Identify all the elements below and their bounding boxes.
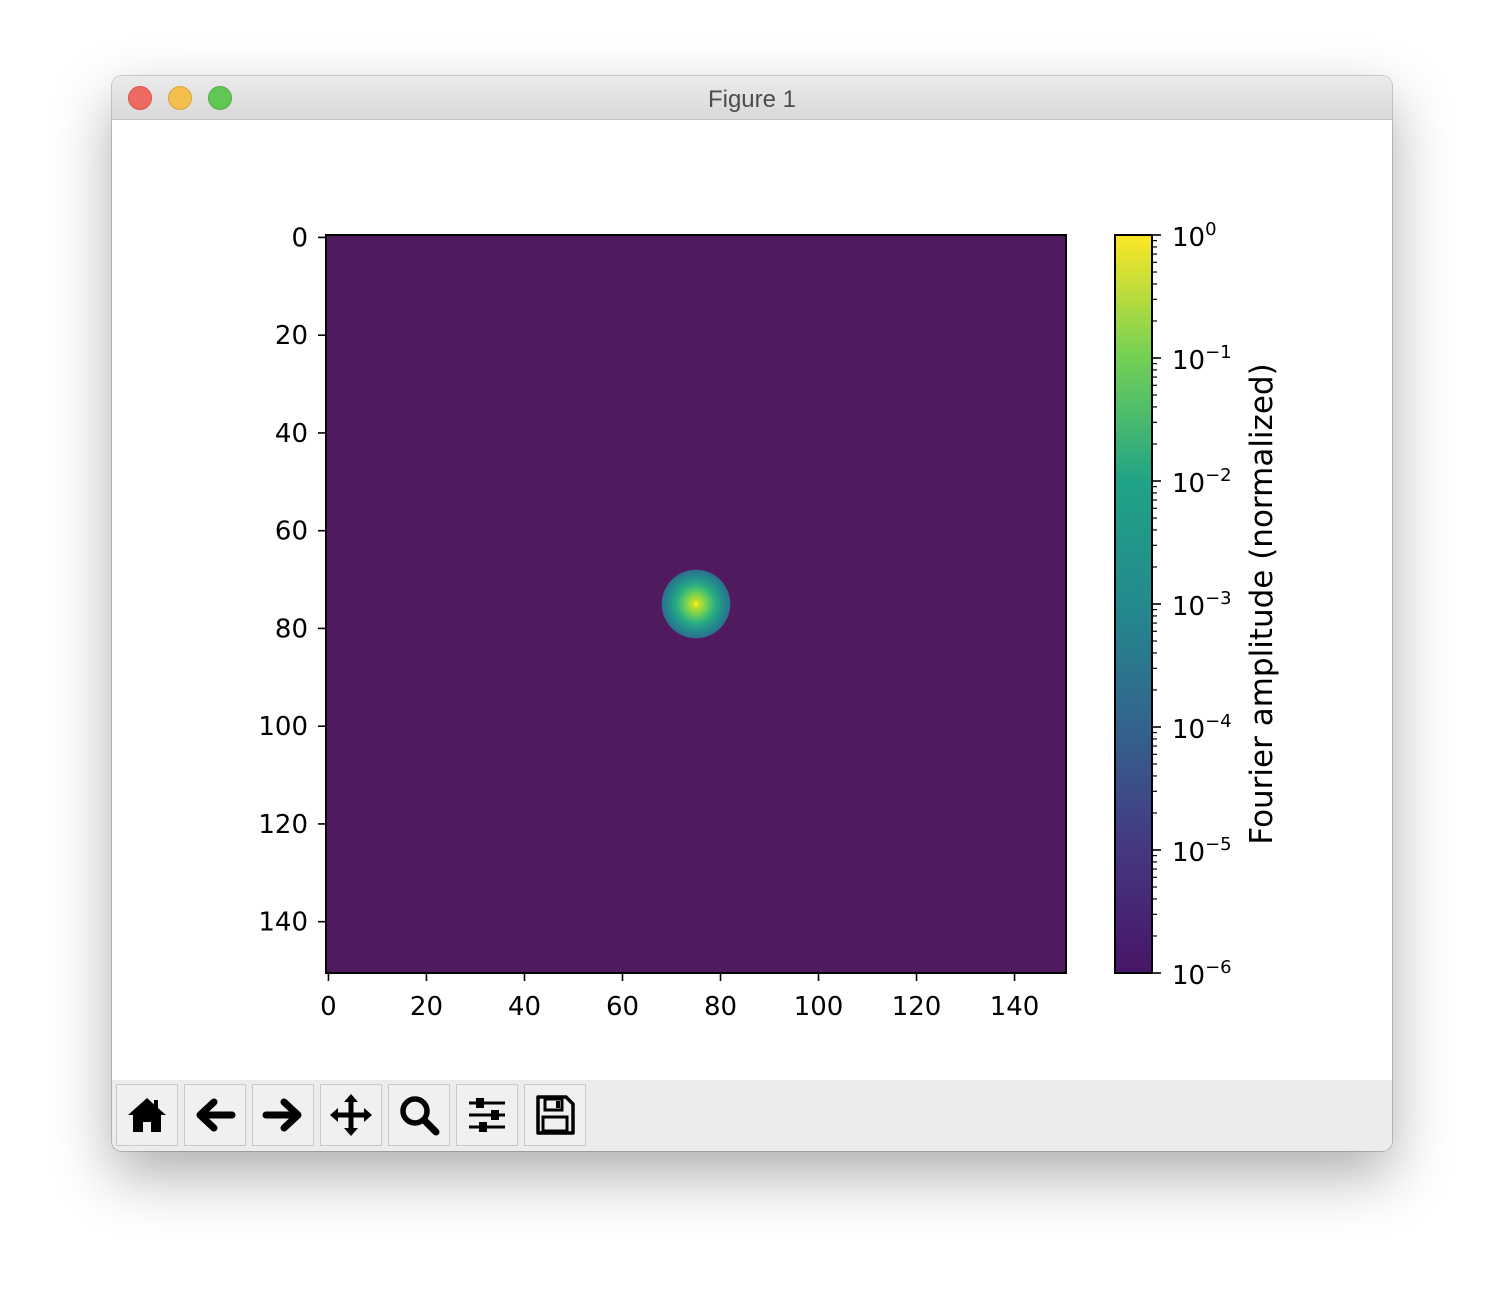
y-tick-label: 100 (258, 712, 308, 742)
navigation-toolbar (112, 1080, 1392, 1151)
home-icon (128, 1098, 166, 1132)
window-title: Figure 1 (707, 86, 797, 113)
floppy-disk-icon (536, 1095, 575, 1135)
y-tick-label: 120 (258, 810, 308, 840)
figure-window: Figure 1 0 20 40 60 80 100 120 140 0 20 … (112, 76, 1392, 1151)
y-tick-label: 140 (258, 908, 308, 938)
pan-button[interactable] (320, 1084, 382, 1146)
colorbar-tick-label: 10−4 (1172, 711, 1232, 745)
title-bar[interactable]: Figure 1 (112, 76, 1392, 120)
x-tick-label: 60 (606, 992, 639, 1022)
colorbar-tick-label: 10−1 (1172, 342, 1232, 376)
x-tick-label: 20 (410, 992, 443, 1022)
sliders-icon (469, 1098, 505, 1132)
x-tick-label: 120 (892, 992, 942, 1022)
back-button[interactable] (184, 1084, 246, 1146)
heatmap-peak-center (694, 602, 698, 606)
move-icon (330, 1094, 372, 1136)
colorbar-tick-label: 10−5 (1172, 834, 1232, 868)
colorbar-tick-label: 10−2 (1172, 465, 1232, 499)
zoom-button[interactable] (388, 1084, 450, 1146)
y-tick-label: 80 (275, 614, 308, 644)
configure-subplots-button[interactable] (456, 1084, 518, 1146)
y-tick-label: 60 (275, 517, 308, 547)
heatmap-chart[interactable]: 0 20 40 60 80 100 120 140 0 20 40 60 80 100 120 140 100 1… (112, 120, 1392, 1080)
x-tick-label: 0 (320, 992, 337, 1022)
arrow-left-icon (196, 1098, 236, 1132)
colorbar-label: Fourier amplitude (normalized) (1244, 363, 1280, 844)
arrow-right-icon (262, 1098, 302, 1132)
x-tick-label: 40 (508, 992, 541, 1022)
figure-canvas[interactable]: 0 20 40 60 80 100 120 140 0 20 40 60 80 100 120 140 100 1… (112, 120, 1392, 1080)
magnifier-icon (400, 1096, 440, 1136)
colorbar-tick-label: 10−3 (1172, 588, 1232, 622)
y-tick-label: 0 (291, 223, 308, 253)
colorbar-tick-label: 100 (1172, 219, 1217, 253)
x-tick-label: 80 (704, 992, 737, 1022)
forward-button[interactable] (252, 1084, 314, 1146)
colorbar-tick-label: 10−6 (1172, 957, 1232, 991)
x-tick-label: 140 (990, 992, 1040, 1022)
colorbar-gradient (1115, 235, 1152, 973)
y-tick-label: 20 (275, 321, 308, 351)
save-button[interactable] (524, 1084, 586, 1146)
x-tick-label: 100 (794, 992, 844, 1022)
home-button[interactable] (116, 1084, 178, 1146)
y-tick-label: 40 (275, 419, 308, 449)
